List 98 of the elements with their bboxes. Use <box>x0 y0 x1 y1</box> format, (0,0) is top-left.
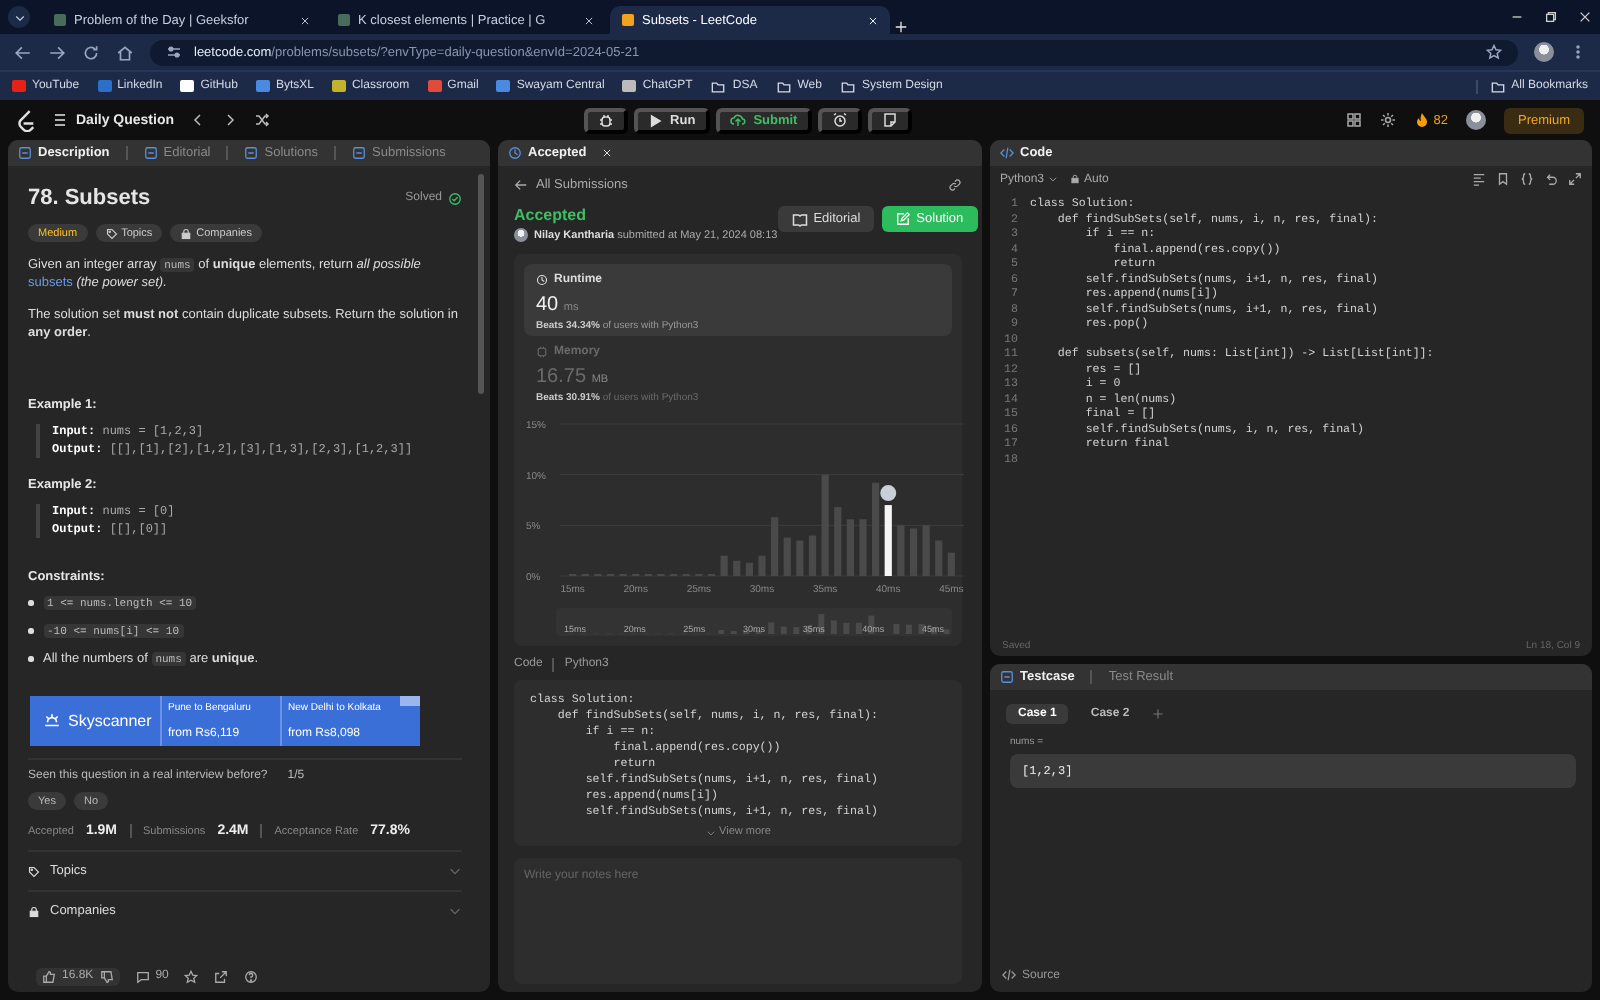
fire-icon <box>1413 112 1430 128</box>
folder-icon <box>710 79 727 93</box>
checkbox-icon <box>1000 670 1014 684</box>
favicon-icon <box>54 14 66 26</box>
site-settings-icon <box>166 44 182 60</box>
lock-icon <box>1070 174 1081 184</box>
add-case-icon[interactable] <box>1151 708 1164 720</box>
tag-icon <box>28 865 40 877</box>
tab-icon <box>244 146 259 160</box>
check-circle-icon <box>448 191 462 205</box>
site-favicon-icon <box>180 80 195 92</box>
lock-icon <box>180 227 193 239</box>
bullet-icon <box>28 656 33 662</box>
chevron-down-icon <box>448 864 462 878</box>
scrollbar-thumb[interactable] <box>478 174 484 394</box>
debug-button[interactable] <box>584 107 629 133</box>
tag-icon <box>105 227 118 239</box>
minimize-icon[interactable] <box>1510 10 1524 24</box>
shuffle-icon[interactable] <box>254 112 271 128</box>
next-icon[interactable] <box>222 112 239 128</box>
list-icon <box>52 112 68 128</box>
previous-icon[interactable] <box>190 112 207 128</box>
restore-icon[interactable] <box>1544 10 1558 24</box>
cloud-upload-icon <box>729 112 746 128</box>
back-icon[interactable] <box>14 43 32 61</box>
settings-icon[interactable] <box>1379 112 1396 128</box>
notes-button[interactable] <box>867 107 912 133</box>
folder-icon <box>839 79 856 93</box>
close-icon[interactable] <box>584 15 594 25</box>
bug-icon <box>598 112 615 128</box>
user-avatar[interactable] <box>1465 110 1486 130</box>
close-icon[interactable] <box>300 15 310 25</box>
play-icon <box>648 113 663 127</box>
help-icon[interactable] <box>244 969 259 983</box>
bullet-icon <box>28 600 33 606</box>
site-favicon-icon <box>622 80 637 92</box>
user-avatar <box>514 228 528 242</box>
thumbs-down-icon <box>99 969 114 983</box>
new-tab-icon[interactable] <box>894 20 908 34</box>
chevron-down-icon <box>1048 174 1059 184</box>
site-favicon-icon <box>255 80 270 92</box>
code-icon <box>1000 146 1014 160</box>
braces-icon[interactable] <box>1520 172 1534 186</box>
site-favicon-icon <box>97 80 112 92</box>
favicon-icon <box>622 14 634 26</box>
book-icon <box>791 211 808 227</box>
user-runtime-bar <box>884 505 892 576</box>
layout-grid-icon[interactable] <box>1345 112 1362 128</box>
site-favicon-icon <box>496 80 511 92</box>
chip-icon <box>536 346 548 358</box>
alarm-clock-icon <box>831 112 848 128</box>
tab-icon <box>143 146 158 160</box>
problem-title: 78. Subsets <box>28 186 151 210</box>
site-favicon-icon <box>331 80 346 92</box>
menu-icon[interactable] <box>1570 44 1586 60</box>
chart-bar <box>909 528 918 576</box>
profile-avatar[interactable] <box>1534 42 1554 62</box>
close-icon[interactable] <box>602 148 613 158</box>
note-icon <box>881 112 898 128</box>
star-icon[interactable] <box>184 969 199 983</box>
code-icon <box>1002 968 1016 982</box>
share-icon[interactable] <box>214 969 229 983</box>
lock-icon <box>28 905 40 917</box>
format-icon[interactable] <box>1472 172 1486 186</box>
chart-bar <box>808 535 817 576</box>
ad-brand: Skyscanner <box>68 712 152 730</box>
close-icon[interactable] <box>1578 10 1592 24</box>
tab-icon <box>18 146 32 160</box>
link-icon[interactable] <box>948 177 962 191</box>
tab-search-button[interactable] <box>8 6 30 28</box>
bookmark-icon[interactable] <box>1496 172 1510 186</box>
chevron-down-icon <box>448 904 462 918</box>
timer-button[interactable] <box>817 107 862 133</box>
undo-icon[interactable] <box>1544 172 1558 186</box>
home-icon[interactable] <box>116 43 134 61</box>
forward-icon[interactable] <box>48 43 66 61</box>
site-favicon-icon <box>427 80 442 92</box>
history-icon <box>508 146 522 160</box>
expand-icon[interactable] <box>1568 172 1582 186</box>
favicon-icon <box>338 14 350 26</box>
bookmark-star-icon[interactable] <box>1486 44 1502 60</box>
tab-icon <box>352 146 366 160</box>
chevron-down-icon <box>13 11 25 23</box>
sun-logo-icon <box>42 712 62 730</box>
bullet-icon <box>28 628 33 634</box>
site-favicon-icon <box>12 80 26 92</box>
folder-icon <box>775 79 792 93</box>
chat-icon <box>135 969 150 983</box>
folder-icon <box>1489 79 1506 93</box>
logo-icon[interactable] <box>16 109 36 131</box>
edit-icon <box>896 212 911 226</box>
thumbs-up-icon <box>42 969 56 983</box>
reload-icon[interactable] <box>82 43 100 61</box>
clock-icon <box>536 274 548 286</box>
back-arrow-icon <box>514 177 528 191</box>
chevron-down-icon <box>705 827 716 837</box>
accepted-status: Accepted <box>514 206 589 224</box>
user-avatar-marker <box>880 485 897 502</box>
